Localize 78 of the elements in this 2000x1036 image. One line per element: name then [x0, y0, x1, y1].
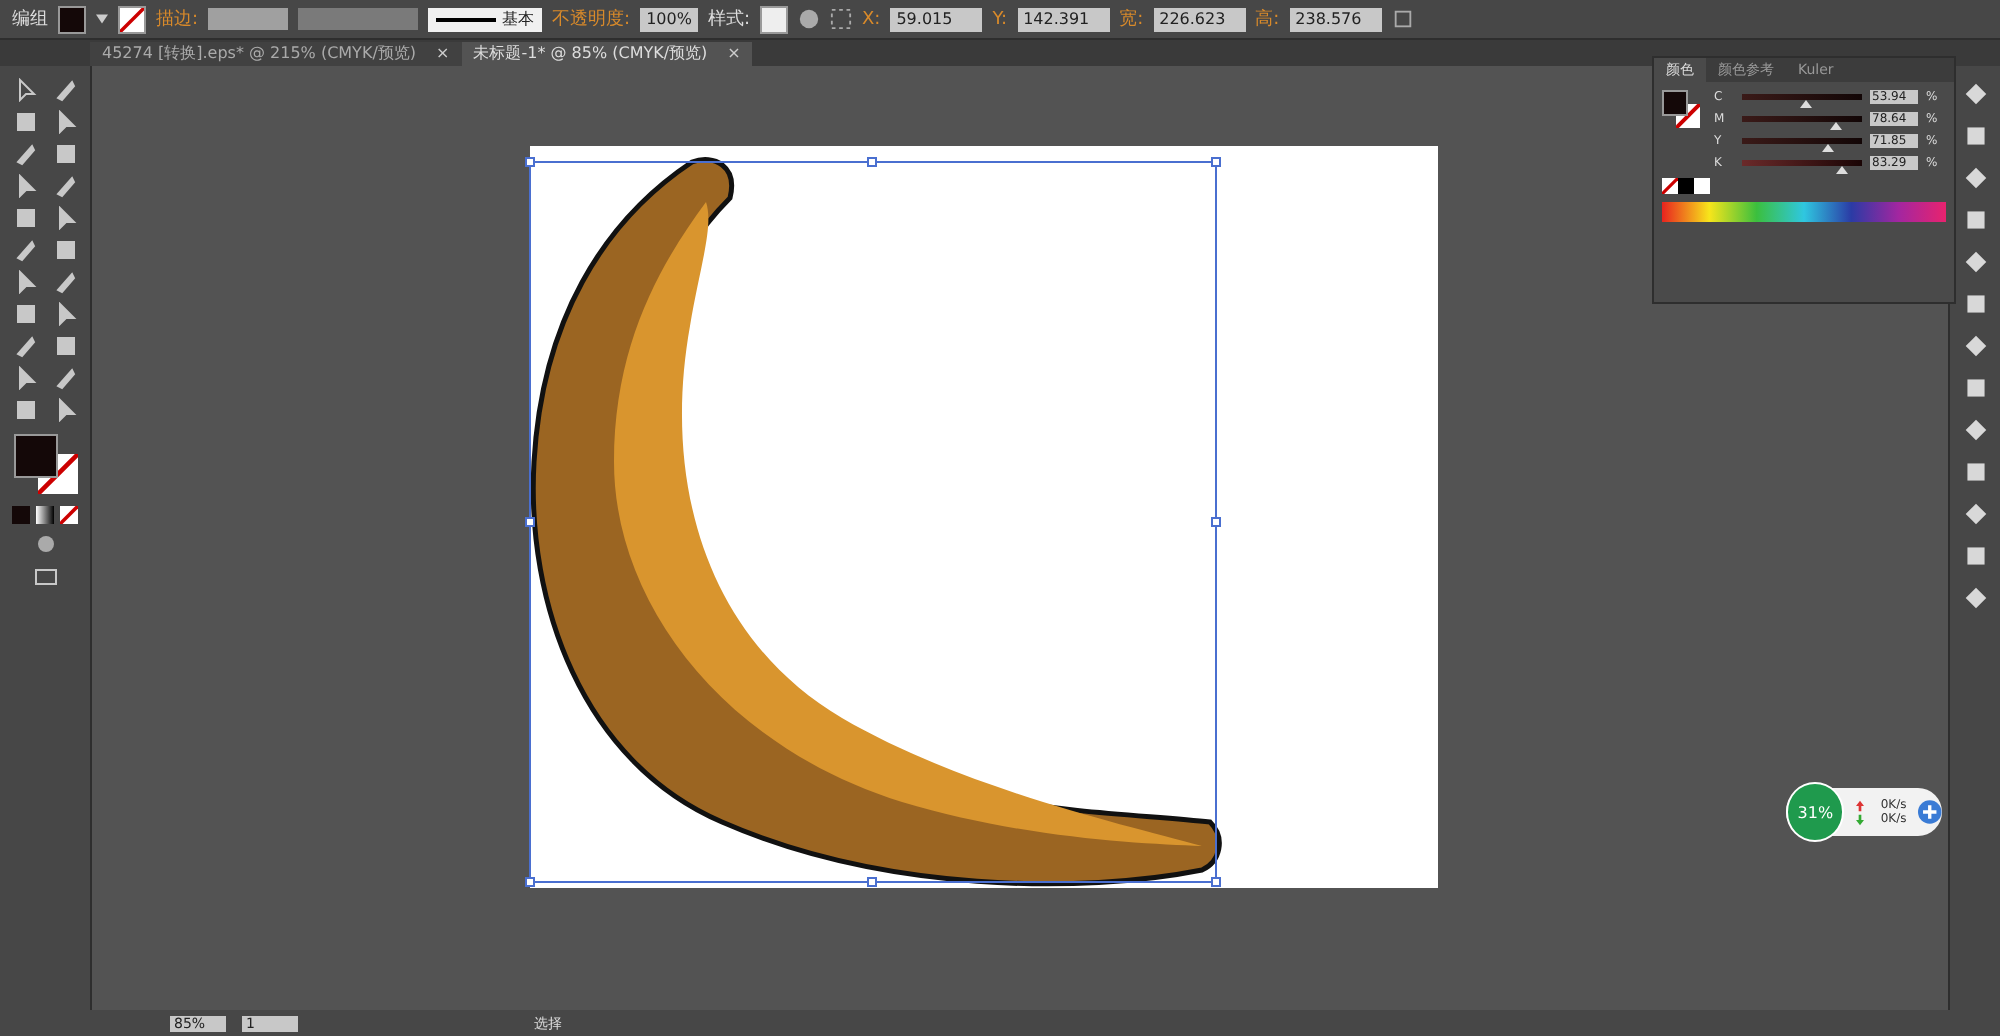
- none-swatch[interactable]: [1662, 178, 1678, 194]
- tool-icon[interactable]: [53, 238, 77, 262]
- fill-color-swatch[interactable]: [13, 434, 57, 478]
- color-mode-swatch[interactable]: [12, 506, 30, 524]
- tool-icon[interactable]: [53, 334, 77, 358]
- draw-mode-icon[interactable]: [33, 532, 57, 556]
- gradient-mode-swatch[interactable]: [36, 506, 54, 524]
- stroke-none-swatch[interactable]: [118, 5, 146, 33]
- stroke-label: 描边:: [156, 7, 199, 32]
- tool-icon[interactable]: [13, 206, 37, 230]
- transform-field[interactable]: 238.576: [1289, 7, 1382, 31]
- down-arrow-icon: [1856, 813, 1865, 825]
- tool-icon[interactable]: [53, 110, 77, 134]
- document-tab[interactable]: 未标题-1* @ 85% (CMYK/预览) ×: [461, 42, 753, 66]
- selection-label: 编组: [12, 7, 48, 32]
- panel-icon[interactable]: [1963, 124, 1987, 148]
- color-swatch[interactable]: [1678, 178, 1694, 194]
- panel-icon[interactable]: [1963, 166, 1987, 190]
- color-swatch[interactable]: [1694, 178, 1710, 194]
- tool-icon[interactable]: [13, 270, 37, 294]
- transform-field[interactable]: 142.391: [1017, 7, 1110, 31]
- tool-icon[interactable]: [13, 110, 37, 134]
- panel-icon[interactable]: [1963, 460, 1987, 484]
- panel-icon[interactable]: [1963, 502, 1987, 526]
- panel-icon[interactable]: [1963, 334, 1987, 358]
- panel-icon[interactable]: [1963, 544, 1987, 568]
- tool-icon[interactable]: [13, 398, 37, 422]
- style-label: 样式:: [707, 7, 751, 32]
- tool-icon[interactable]: [13, 334, 37, 358]
- slider-thumb[interactable]: [1800, 100, 1813, 108]
- caret-icon[interactable]: [96, 14, 108, 24]
- document-tab[interactable]: 45274 [转换].eps* @ 215% (CMYK/预览) ×: [90, 42, 462, 66]
- tool-icon[interactable]: [53, 206, 77, 230]
- tool-icon[interactable]: [13, 142, 37, 166]
- panel-icon[interactable]: [1963, 586, 1987, 610]
- panel-icon[interactable]: [1963, 418, 1987, 442]
- fill-color-swatch[interactable]: [1662, 90, 1688, 116]
- transform-label: Y:: [992, 9, 1008, 29]
- tool-icon[interactable]: [53, 174, 77, 198]
- tool-icon[interactable]: [53, 302, 77, 326]
- transform-label: 宽:: [1119, 7, 1144, 32]
- panel-icon[interactable]: [1963, 208, 1987, 232]
- transform-icon[interactable]: [1391, 8, 1414, 30]
- usage-percent: 31%: [1786, 782, 1845, 842]
- slider-thumb[interactable]: [1835, 166, 1848, 174]
- none-mode-swatch[interactable]: [60, 506, 78, 524]
- slider-thumb[interactable]: [1830, 122, 1843, 130]
- plus-icon[interactable]: [1918, 800, 1942, 824]
- style-swatch[interactable]: [760, 5, 789, 33]
- variable-width-field[interactable]: [298, 8, 419, 30]
- panel-icon[interactable]: [1963, 82, 1987, 106]
- tool-icon[interactable]: [13, 302, 37, 326]
- transform-field[interactable]: 59.015: [890, 7, 983, 31]
- up-arrow-icon: [1856, 799, 1865, 811]
- opacity-label: 不透明度:: [552, 7, 631, 32]
- panel-icon[interactable]: [1963, 250, 1987, 274]
- tool-icon[interactable]: [53, 78, 77, 102]
- fill-swatch[interactable]: [58, 5, 86, 33]
- tool-icon[interactable]: [13, 238, 37, 262]
- transform-label: 高:: [1255, 7, 1280, 32]
- tool-icon[interactable]: [53, 398, 77, 422]
- tool-icon[interactable]: [53, 366, 77, 390]
- reference-point-icon[interactable]: [830, 8, 853, 30]
- tool-icon[interactable]: [13, 366, 37, 390]
- panel-icon[interactable]: [1963, 376, 1987, 400]
- slider-thumb[interactable]: [1822, 144, 1835, 152]
- tool-icon[interactable]: [53, 142, 77, 166]
- opacity-field[interactable]: 100%: [640, 7, 698, 31]
- transform-label: X:: [862, 9, 881, 29]
- stroke-weight-field[interactable]: [208, 8, 289, 30]
- tool-icon[interactable]: [53, 270, 77, 294]
- color-spectrum[interactable]: [1662, 202, 1946, 222]
- tool-icon[interactable]: [13, 174, 37, 198]
- stroke-profile-dropdown[interactable]: 基本: [428, 7, 543, 31]
- panel-icon[interactable]: [1963, 292, 1987, 316]
- screen-mode-icon[interactable]: [33, 564, 57, 588]
- transform-field[interactable]: 226.623: [1153, 7, 1246, 31]
- tool-icon[interactable]: [13, 78, 37, 102]
